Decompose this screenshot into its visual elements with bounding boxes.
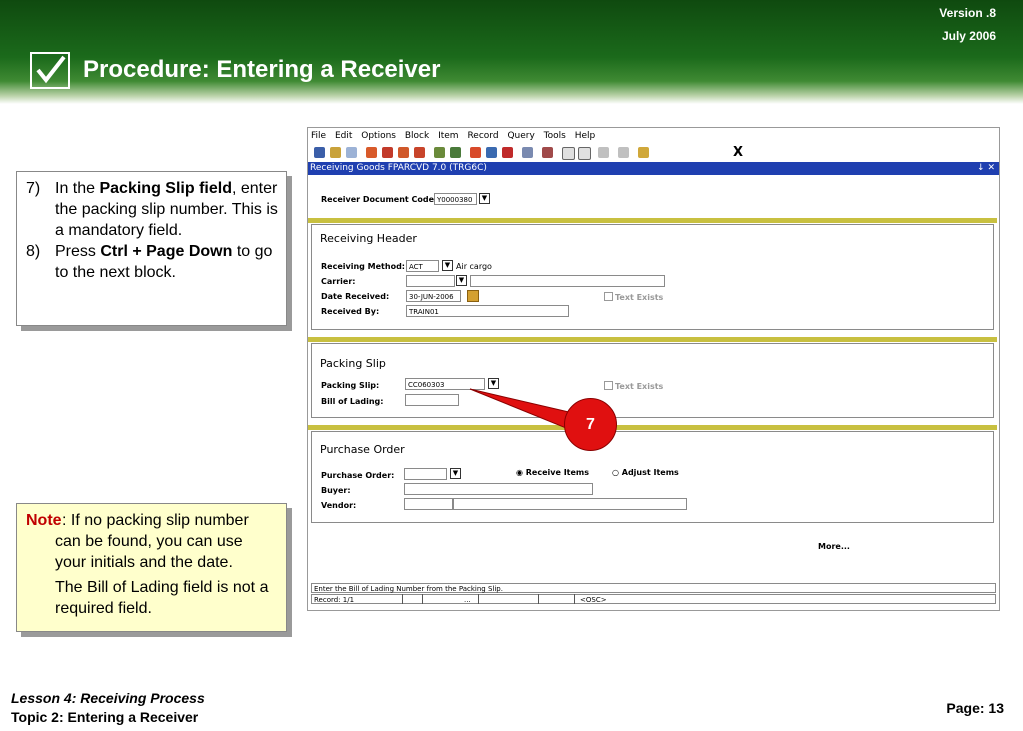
callout-badge: 7 — [564, 398, 617, 451]
callout-pointer — [469, 388, 574, 429]
